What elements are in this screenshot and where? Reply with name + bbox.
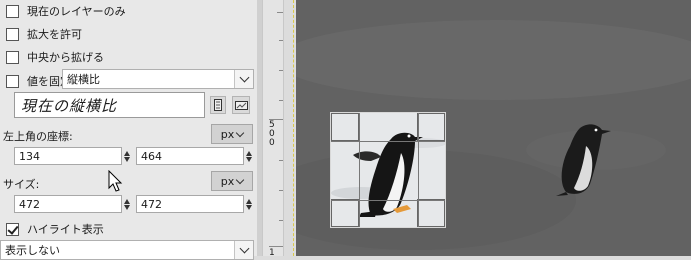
expand-from-center-label: 中央から拡げる xyxy=(27,51,104,64)
position-unit-value: px xyxy=(220,127,235,141)
size-h-value: 472 xyxy=(141,197,162,211)
size-w-value: 472 xyxy=(19,197,40,211)
arrow-down-icon[interactable] xyxy=(124,204,130,210)
current-layer-only-label: 現在のレイヤーのみ xyxy=(27,5,126,18)
crop-grid-line xyxy=(359,113,360,227)
ruler-label: 0 xyxy=(269,138,275,148)
position-x-value: 134 xyxy=(19,149,40,163)
highlight-label: ハイライト表示 xyxy=(27,223,104,236)
arrow-down-icon[interactable] xyxy=(246,204,252,210)
arrow-down-icon[interactable] xyxy=(124,156,130,162)
guides-select[interactable]: 表示しない xyxy=(0,240,254,260)
crop-grid-line xyxy=(418,113,419,227)
fixed-mode-select[interactable]: 縦横比 xyxy=(62,69,254,89)
crop-handle-bottom-left[interactable] xyxy=(331,199,359,227)
position-x-stepper[interactable] xyxy=(123,147,131,165)
chevron-down-icon xyxy=(234,241,253,259)
crop-handle-bottom-right[interactable] xyxy=(417,199,445,227)
position-y-input[interactable]: 464 xyxy=(136,147,244,165)
allow-growing-label: 拡大を許可 xyxy=(27,28,82,41)
size-unit-value: px xyxy=(220,174,235,188)
size-w-input[interactable]: 472 xyxy=(14,195,122,213)
crop-grid-line xyxy=(331,141,445,142)
portrait-icon[interactable] xyxy=(210,96,226,114)
fixed-mode-value: 縦横比 xyxy=(67,73,100,86)
current-layer-only-option[interactable]: 現在のレイヤーのみ xyxy=(6,3,126,19)
current-layer-only-checkbox[interactable] xyxy=(6,4,19,18)
chevron-down-icon xyxy=(236,175,245,184)
size-w-stepper[interactable] xyxy=(123,195,131,213)
ratio-input[interactable]: 現在の縦横比 xyxy=(14,92,205,118)
ruler-label: 5 xyxy=(269,120,275,130)
arrow-up-icon[interactable] xyxy=(124,150,130,156)
position-y-value: 464 xyxy=(141,149,162,163)
ratio-value: 現在の縦横比 xyxy=(21,96,118,115)
size-h-stepper[interactable] xyxy=(245,195,253,213)
vertical-ruler: 5 0 0 1 xyxy=(262,0,284,258)
position-x-input[interactable]: 134 xyxy=(14,147,122,165)
fixed-checkbox[interactable] xyxy=(6,74,19,88)
size-h-input[interactable]: 472 xyxy=(136,195,244,213)
allow-growing-checkbox[interactable] xyxy=(6,27,19,41)
mouse-cursor-icon xyxy=(108,170,123,192)
landscape-icon[interactable] xyxy=(232,96,250,114)
position-unit-select[interactable]: px xyxy=(211,124,253,144)
canvas-boundary-guide xyxy=(293,0,295,256)
size-unit-select[interactable]: px xyxy=(211,171,253,191)
arrow-up-icon[interactable] xyxy=(246,150,252,156)
crop-grid-line xyxy=(331,200,445,201)
size-label: サイズ: xyxy=(3,178,40,191)
allow-growing-option[interactable]: 拡大を許可 xyxy=(6,26,82,42)
chevron-down-icon xyxy=(234,70,253,88)
position-label: 左上角の座標: xyxy=(3,130,73,143)
arrow-up-icon[interactable] xyxy=(246,198,252,204)
position-y-stepper[interactable] xyxy=(245,147,253,165)
arrow-down-icon[interactable] xyxy=(246,156,252,162)
chevron-down-icon xyxy=(236,128,245,137)
crop-handle-top-left[interactable] xyxy=(331,113,359,141)
arrow-up-icon[interactable] xyxy=(124,198,130,204)
ruler-label: 0 xyxy=(269,129,275,139)
expand-from-center-option[interactable]: 中央から拡げる xyxy=(6,49,104,65)
crop-selection[interactable] xyxy=(330,112,446,228)
tool-options-panel: 現在のレイヤーのみ 拡大を許可 中央から拡げる 値を固定 縦横比 現在の縦横比 … xyxy=(0,0,257,260)
highlight-option[interactable]: ハイライト表示 xyxy=(6,221,104,237)
highlight-checkbox[interactable] xyxy=(6,222,19,236)
crop-handle-top-right[interactable] xyxy=(417,113,445,141)
expand-from-center-checkbox[interactable] xyxy=(6,50,19,64)
